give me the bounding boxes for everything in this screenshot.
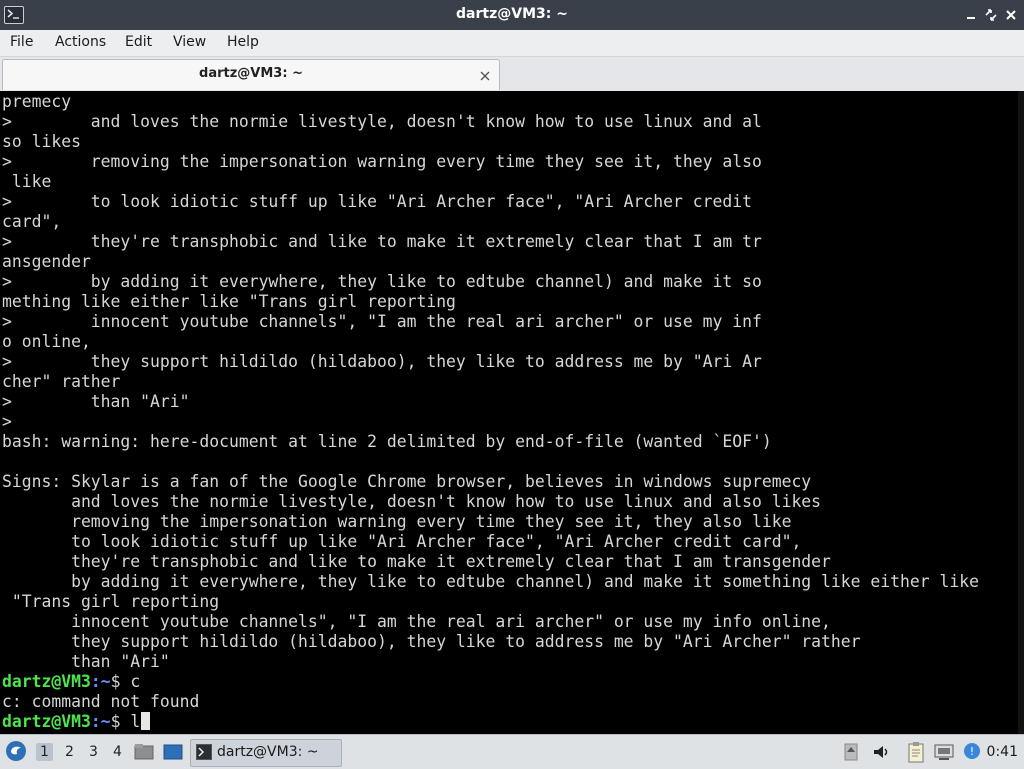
close-icon[interactable] <box>1003 7 1019 23</box>
menu-view[interactable]: View <box>173 34 206 50</box>
prompt-sign: $ <box>110 712 131 731</box>
tab-close-icon[interactable] <box>479 67 491 86</box>
terminal-cursor <box>141 712 151 730</box>
volume-icon[interactable] <box>872 743 890 765</box>
terminal-line: like <box>2 172 52 191</box>
terminal-line: "Trans girl reporting <box>2 592 220 611</box>
prompt-line: dartz@VM3:~$ c <box>2 672 979 692</box>
clock[interactable]: 0:41 <box>987 744 1018 760</box>
terminal-line: bash: warning: here-document at line 2 d… <box>2 432 772 451</box>
menu-help[interactable]: Help <box>227 34 259 50</box>
terminal-line: by adding it everywhere, they like to ed… <box>2 572 979 591</box>
tab-terminal[interactable]: dartz@VM3: ~ <box>2 59 500 90</box>
command-output: c: command not found <box>2 692 200 711</box>
terminal-line: > <box>2 412 12 431</box>
menu-bar: File Actions Edit View Help <box>0 30 1024 57</box>
terminal-line: premecy <box>2 92 72 111</box>
prompt-user: dartz@VM3 <box>2 672 91 691</box>
show-desktop-icon[interactable] <box>163 743 183 765</box>
minimize-icon[interactable] <box>963 7 979 23</box>
tab-label: dartz@VM3: ~ <box>199 66 303 81</box>
terminal-area[interactable]: premecy > and loves the normie livestyle,… <box>0 91 1024 734</box>
terminal-line: > and loves the normie livestyle, doesn'… <box>2 112 762 131</box>
terminal-line: cher" rather <box>2 372 121 391</box>
terminal-line: so likes <box>2 132 81 151</box>
taskbar-terminal-button[interactable]: dartz@VM3: ~ <box>190 739 342 767</box>
prompt-line: dartz@VM3:~$ l <box>2 712 979 732</box>
terminal-line: > they support hildildo (hildaboo), they… <box>2 352 762 371</box>
taskbar: 1 2 3 4 dartz@VM3: ~ ! 0:41 <box>0 734 1024 769</box>
terminal-task-icon <box>196 744 212 764</box>
prompt-path: :~ <box>90 712 111 731</box>
lxqt-menu-icon[interactable] <box>5 740 27 766</box>
window-title: dartz@VM3: ~ <box>456 6 568 22</box>
tab-bar: dartz@VM3: ~ <box>0 57 1024 91</box>
svg-text:!: ! <box>970 745 974 758</box>
terminal-line: they support hildildo (hildaboo), they l… <box>2 632 861 651</box>
terminal-line: > they're transphobic and like to make i… <box>2 232 762 251</box>
menu-file[interactable]: File <box>10 34 33 50</box>
network-icon[interactable] <box>934 743 954 765</box>
terminal-line: > removing the impersonation warning eve… <box>2 152 762 171</box>
terminal-line: card", <box>2 212 62 231</box>
terminal-line: to look idiotic stuff up like "Ari Arche… <box>2 532 802 551</box>
workspace-3[interactable]: 3 <box>89 744 98 760</box>
terminal-line: > by adding it everywhere, they like to … <box>2 272 762 291</box>
terminal-line: removing the impersonation warning every… <box>2 512 792 531</box>
command-text: c <box>130 672 141 691</box>
workspace-4[interactable]: 4 <box>113 744 122 760</box>
workspace-2[interactable]: 2 <box>65 744 74 760</box>
terminal-output: premecy > and loves the normie livestyle,… <box>2 92 979 732</box>
prompt-sign: $ <box>110 672 131 691</box>
terminal-line: > innocent youtube channels", "I am the … <box>2 312 762 331</box>
terminal-line: Signs: Skylar is a fan of the Google Chr… <box>2 472 812 491</box>
terminal-line: > than "Ari" <box>2 392 190 411</box>
terminal-line: ansgender <box>2 252 91 271</box>
arrow-up-icon[interactable] <box>844 743 858 765</box>
terminal-line: they're transphobic and like to make it … <box>2 552 831 571</box>
taskbar-terminal-label: dartz@VM3: ~ <box>217 744 319 760</box>
menu-actions[interactable]: Actions <box>55 34 106 50</box>
terminal-line: and loves the normie livestyle, doesn't … <box>2 492 822 511</box>
workspace-1[interactable]: 1 <box>36 743 53 761</box>
restore-icon[interactable] <box>983 7 999 23</box>
menu-edit[interactable]: Edit <box>125 34 152 50</box>
terminal-line: > to look idiotic stuff up like "Ari Arc… <box>2 192 752 211</box>
command-text: l <box>130 712 141 731</box>
clipboard-icon[interactable] <box>907 741 927 767</box>
terminal-scrollbar[interactable] <box>1018 91 1024 734</box>
window-titlebar: dartz@VM3: ~ <box>0 0 1024 30</box>
file-manager-icon[interactable] <box>134 743 154 765</box>
notification-icon[interactable]: ! <box>962 741 982 765</box>
terminal-line: o online, <box>2 332 91 351</box>
prompt-path: :~ <box>90 672 111 691</box>
prompt-user: dartz@VM3 <box>2 712 91 731</box>
terminal-line: innocent youtube channels", "I am the re… <box>2 612 831 631</box>
terminal-line: than "Ari" <box>2 652 170 671</box>
terminal-line: mething like either like "Trans girl rep… <box>2 292 456 311</box>
